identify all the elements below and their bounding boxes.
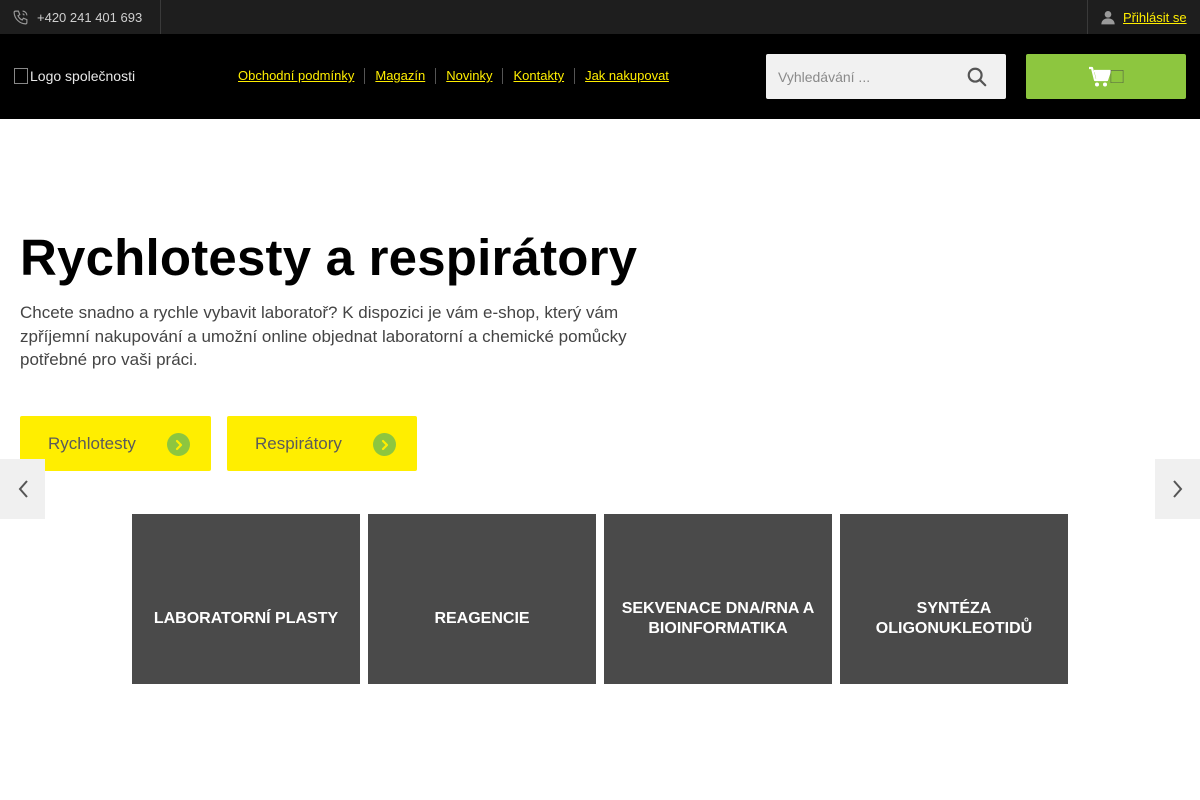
slider-prev-button[interactable] <box>0 459 45 519</box>
category-label: Reagencie <box>434 610 530 627</box>
main-nav: Obchodní podmínky Magazín Novinky Kontak… <box>228 68 679 84</box>
company-logo[interactable]: Logo společnosti <box>14 68 135 84</box>
cart-button[interactable]: ⃞ <box>1026 54 1186 99</box>
category-label: Sekvenace DNA/RNA a bioinformatika <box>621 600 815 637</box>
category-label: Syntéza oligonukleotidů <box>875 600 1033 637</box>
search-box <box>766 54 1006 99</box>
rychlotesty-label: Rychlotesty <box>48 433 136 453</box>
hero-title: Rychlotesty a respirátory <box>20 229 638 286</box>
login-area: Přihlásit se <box>1087 0 1200 34</box>
logo-alt-text: Logo společnosti <box>30 68 136 84</box>
chevron-right-icon <box>1172 480 1182 498</box>
search-input[interactable] <box>766 68 956 85</box>
category-label: Laboratorní plasty <box>153 610 339 627</box>
nav-jak-nakupovat[interactable]: Jak nakupovat <box>574 68 679 84</box>
chevron-right-icon <box>167 433 190 456</box>
phone-icon <box>13 10 28 24</box>
top-bar: +420 241 401 693 Přihlásit se <box>0 0 1200 34</box>
login-link[interactable]: Přihlásit se <box>1123 10 1187 25</box>
user-icon <box>1101 11 1115 25</box>
rychlotesty-button[interactable]: Rychlotesty <box>20 416 211 471</box>
chevron-left-icon <box>18 480 28 498</box>
category-sekvenace[interactable]: Sekvenace DNA/RNA a bioinformatika <box>604 514 832 684</box>
cart-icon <box>1089 66 1112 86</box>
category-reagencie[interactable]: Reagencie <box>368 514 596 684</box>
phone-number: +420 241 401 693 <box>37 9 143 25</box>
category-laboratorni-plasty[interactable]: Laboratorní plasty <box>132 514 360 684</box>
nav-novinky[interactable]: Novinky <box>435 68 502 84</box>
category-synteza[interactable]: Syntéza oligonukleotidů <box>840 514 1068 684</box>
broken-image-icon <box>14 68 28 84</box>
nav-magazin[interactable]: Magazín <box>364 68 435 84</box>
category-tiles: Laboratorní plasty Reagencie Sekvenace D… <box>132 514 1068 684</box>
slider-next-button[interactable] <box>1155 459 1200 519</box>
respiratory-button[interactable]: Respirátory <box>227 416 417 471</box>
nav-obchodni-podminky[interactable]: Obchodní podmínky <box>228 68 364 84</box>
respiratory-label: Respirátory <box>255 433 342 453</box>
hero-description: Chcete snadno a rychle vybavit laboratoř… <box>20 303 627 369</box>
main-header: Logo společnosti Obchodní podmínky Magaz… <box>0 34 1200 119</box>
chevron-right-icon <box>373 433 396 456</box>
search-icon[interactable] <box>966 66 988 88</box>
phone-contact[interactable]: +420 241 401 693 <box>0 0 161 34</box>
nav-kontakty[interactable]: Kontakty <box>502 68 574 84</box>
